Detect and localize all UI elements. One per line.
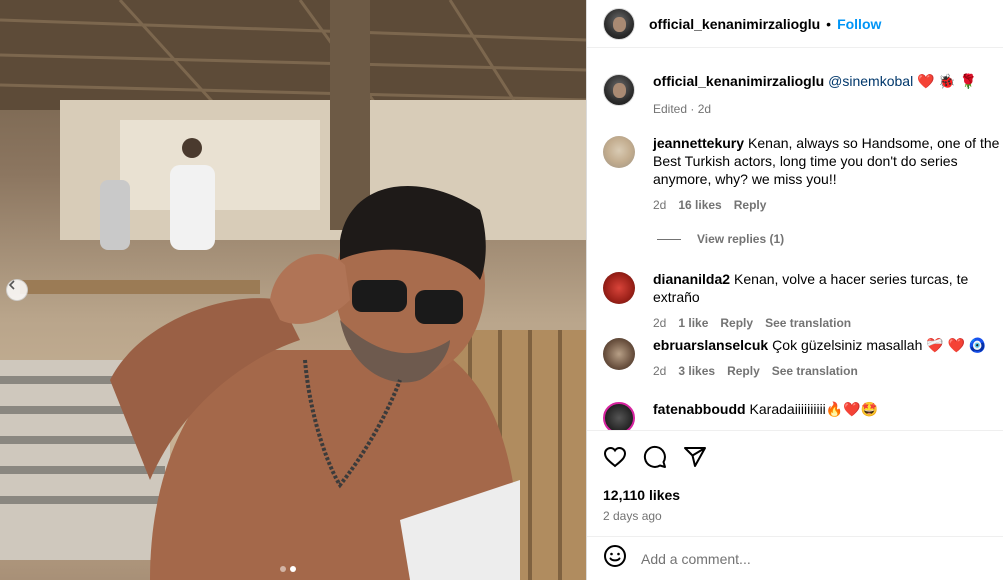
owner-avatar[interactable] xyxy=(603,7,635,40)
comment-time[interactable]: 2d xyxy=(653,314,666,332)
like-button[interactable] xyxy=(603,445,627,479)
comment-username[interactable]: diananilda2 xyxy=(653,271,730,287)
comment-item: diananilda2 Kenan, volve a hacer series t… xyxy=(603,270,1003,332)
likes-count[interactable]: 12,110 likes xyxy=(603,487,1003,503)
emoji-button[interactable] xyxy=(603,544,627,573)
follow-button[interactable]: Follow xyxy=(837,16,881,32)
comment-likes[interactable]: 3 likes xyxy=(678,362,715,380)
comment-likes[interactable]: 1 like xyxy=(678,314,708,332)
caption-edited-time: Edited · 2d xyxy=(653,102,712,116)
photo-illustration xyxy=(0,0,586,580)
action-icons xyxy=(587,431,1003,479)
view-replies-label: View replies (1) xyxy=(697,232,785,246)
caption-avatar[interactable] xyxy=(603,74,635,106)
comments-list[interactable]: official_kenanimirzalioglu @sinemkobal ❤️… xyxy=(587,60,1003,430)
comment-button[interactable] xyxy=(643,445,667,479)
comment-text: Çok güzelsiniz masallah xyxy=(772,337,923,353)
comment-body: ebruarslanselcuk Çok güzelsiniz masallah … xyxy=(653,336,1003,380)
comment-likes[interactable]: 16 likes xyxy=(678,196,721,214)
comment-time[interactable]: 2d xyxy=(653,196,666,214)
comment-time[interactable]: 2d xyxy=(653,362,666,380)
comment-item: ebruarslanselcuk Çok güzelsiniz masallah … xyxy=(603,336,1003,380)
carousel-dot xyxy=(280,566,286,572)
emoji-icon xyxy=(604,545,626,567)
see-translation-button[interactable]: See translation xyxy=(765,314,851,332)
carousel-dot-active xyxy=(290,566,296,572)
caption-mention[interactable]: @sinemkobal xyxy=(828,73,913,89)
caption-emojis: ❤️ 🐞 🌹 xyxy=(917,73,978,89)
caption-username[interactable]: official_kenanimirzalioglu xyxy=(653,73,824,89)
see-translation-button[interactable]: See translation xyxy=(772,362,858,380)
comment-icon xyxy=(643,445,666,468)
owner-username[interactable]: official_kenanimirzalioglu xyxy=(649,16,820,32)
comment-item: fatenabboudd Karadaiiiiiiiiii🔥❤️🤩 xyxy=(603,400,1003,430)
heart-icon xyxy=(603,446,627,468)
commenter-avatar[interactable] xyxy=(603,272,635,304)
comment-meta: 2d 3 likes Reply See translation xyxy=(653,362,1003,380)
comment-username[interactable]: jeannettekury xyxy=(653,135,744,151)
separator-dot: • xyxy=(826,15,832,32)
commenter-avatar[interactable] xyxy=(603,402,635,430)
comment-meta: 2d 1 like Reply See translation xyxy=(653,314,1003,332)
reply-button[interactable]: Reply xyxy=(727,362,760,380)
caption-body: official_kenanimirzalioglu @sinemkobal ❤️… xyxy=(653,72,1003,118)
carousel-indicator xyxy=(280,566,296,572)
commenter-avatar[interactable] xyxy=(603,136,635,168)
add-comment-input[interactable] xyxy=(641,550,961,567)
commenter-avatar[interactable] xyxy=(603,338,635,370)
reply-button[interactable]: Reply xyxy=(720,314,753,332)
caption: official_kenanimirzalioglu @sinemkobal ❤️… xyxy=(603,72,1003,118)
carousel-prev-button[interactable] xyxy=(6,279,28,301)
comment-body: fatenabboudd Karadaiiiiiiiiii🔥❤️🤩 xyxy=(653,400,1003,430)
chevron-left-icon xyxy=(8,280,15,290)
caption-meta: Edited · 2d xyxy=(653,100,1003,118)
comment-username[interactable]: ebruarslanselcuk xyxy=(653,337,768,353)
post-side-panel: official_kenanimirzalioglu • Follow offi… xyxy=(586,0,1003,580)
share-button[interactable] xyxy=(683,445,707,479)
add-comment-bar xyxy=(587,536,1003,580)
view-replies-line xyxy=(657,238,681,240)
comment-text: Karadaiiiiiiiiii🔥❤️🤩 xyxy=(749,401,879,417)
comment-item: jeannettekury Kenan, always so Handsome, … xyxy=(603,134,1003,214)
post-actions: 12,110 likes 2 days ago xyxy=(587,430,1003,523)
reply-button[interactable]: Reply xyxy=(734,196,767,214)
comment-body: jeannettekury Kenan, always so Handsome, … xyxy=(653,134,1003,214)
post-photo[interactable] xyxy=(0,0,586,580)
share-icon xyxy=(684,447,706,467)
post-header: official_kenanimirzalioglu • Follow xyxy=(587,0,1003,48)
view-replies-button[interactable]: View replies (1) xyxy=(657,232,784,246)
comment-meta: 2d 16 likes Reply xyxy=(653,196,1003,214)
post-time[interactable]: 2 days ago xyxy=(603,509,1003,523)
comment-emojis: ❤️‍🩹 ❤️ 🧿 xyxy=(926,337,987,353)
comment-username[interactable]: fatenabboudd xyxy=(653,401,746,417)
comment-body: diananilda2 Kenan, volve a hacer series t… xyxy=(653,270,1003,332)
